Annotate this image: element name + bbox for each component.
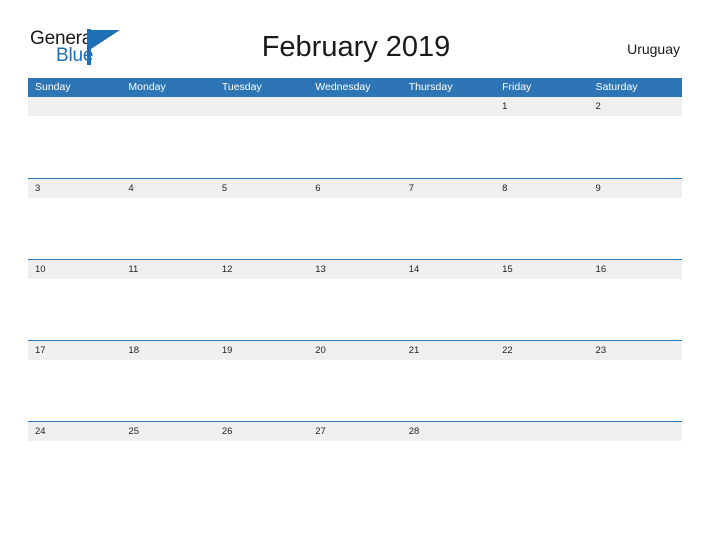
day-cell-body[interactable] [589, 198, 682, 259]
weekday-friday: Friday [502, 81, 532, 93]
day-cell-number[interactable]: 5 [215, 179, 308, 198]
day-cell-body[interactable] [121, 198, 214, 259]
day-cell-number[interactable]: 11 [121, 260, 214, 279]
day-cell-body[interactable] [589, 279, 682, 340]
week-row: 3 4 5 6 7 8 9 [28, 178, 682, 259]
day-cell-number[interactable]: 9 [589, 179, 682, 198]
day-cell-body[interactable] [28, 198, 121, 259]
day-cell-body[interactable] [308, 441, 401, 502]
day-cell-number[interactable]: 20 [308, 341, 401, 360]
day-cell-body[interactable] [308, 360, 401, 421]
week-row: 24 25 26 27 28 [28, 421, 682, 502]
day-cell-body-row [28, 198, 682, 259]
day-cell-number[interactable]: 3 [28, 179, 121, 198]
day-cell-number[interactable]: 4 [121, 179, 214, 198]
day-cell-body[interactable] [402, 441, 495, 502]
day-cell-body[interactable] [215, 279, 308, 340]
day-cell-number[interactable] [28, 97, 121, 116]
day-cell-number[interactable]: 21 [402, 341, 495, 360]
day-cell-body[interactable] [495, 360, 588, 421]
day-cell-number[interactable]: 8 [495, 179, 588, 198]
day-cell-number[interactable]: 28 [402, 422, 495, 441]
date-number-band: 17 18 19 20 21 22 23 [28, 341, 682, 360]
day-cell-body[interactable] [495, 279, 588, 340]
weekday-saturday: Saturday [595, 81, 638, 93]
day-cell-number[interactable]: 12 [215, 260, 308, 279]
day-cell-body[interactable] [215, 198, 308, 259]
day-cell-body[interactable] [589, 441, 682, 502]
day-cell-body-row [28, 441, 682, 502]
day-cell-body[interactable] [121, 279, 214, 340]
day-cell-body[interactable] [28, 360, 121, 421]
date-number-band: 3 4 5 6 7 8 9 [28, 179, 682, 198]
day-cell-body-row [28, 116, 682, 177]
day-cell-number[interactable] [215, 97, 308, 116]
day-cell-number[interactable]: 23 [589, 341, 682, 360]
day-cell-number[interactable]: 26 [215, 422, 308, 441]
date-number-band: 24 25 26 27 28 [28, 422, 682, 441]
day-cell-body[interactable] [215, 441, 308, 502]
day-cell-body[interactable] [28, 279, 121, 340]
weekday-wednesday: Wednesday [315, 81, 371, 93]
page-header: General Blue February 2019 Uruguay [0, 0, 712, 66]
day-cell-number[interactable]: 2 [589, 97, 682, 116]
day-cell-number[interactable]: 24 [28, 422, 121, 441]
day-cell-number[interactable]: 15 [495, 260, 588, 279]
day-cell-body[interactable] [402, 198, 495, 259]
day-cell-number[interactable]: 22 [495, 341, 588, 360]
day-cell-body[interactable] [28, 116, 121, 177]
day-cell-number[interactable]: 6 [308, 179, 401, 198]
day-cell-body[interactable] [28, 441, 121, 502]
day-cell-number[interactable]: 10 [28, 260, 121, 279]
day-cell-body[interactable] [589, 360, 682, 421]
day-cell-number[interactable]: 27 [308, 422, 401, 441]
date-number-band: 1 2 [28, 97, 682, 116]
day-cell-body[interactable] [308, 198, 401, 259]
day-cell-body[interactable] [121, 116, 214, 177]
day-cell-number[interactable]: 17 [28, 341, 121, 360]
weekday-tuesday: Tuesday [221, 81, 262, 93]
day-cell-number[interactable] [495, 422, 588, 441]
day-cell-number[interactable]: 19 [215, 341, 308, 360]
day-cell-body-row [28, 279, 682, 340]
day-cell-body[interactable] [215, 360, 308, 421]
day-cell-number[interactable]: 7 [402, 179, 495, 198]
day-cell-number[interactable]: 18 [121, 341, 214, 360]
date-number-band: 10 11 12 13 14 15 16 [28, 260, 682, 279]
day-cell-body[interactable] [589, 116, 682, 177]
day-cell-body[interactable] [495, 441, 588, 502]
day-cell-body[interactable] [308, 279, 401, 340]
day-cell-body[interactable] [495, 116, 588, 177]
day-cell-number[interactable]: 25 [121, 422, 214, 441]
weekday-header-row: Sunday Monday Tuesday Wednesday Thursday… [28, 78, 682, 97]
day-cell-body[interactable] [308, 116, 401, 177]
day-cell-number[interactable]: 14 [402, 260, 495, 279]
week-row: 17 18 19 20 21 22 23 [28, 340, 682, 421]
country-label: Uruguay [627, 41, 680, 57]
weekday-monday: Monday [128, 81, 166, 93]
day-cell-number[interactable] [308, 97, 401, 116]
weekday-thursday: Thursday [408, 81, 453, 93]
day-cell-number[interactable]: 1 [495, 97, 588, 116]
calendar-grid: Sunday Monday Tuesday Wednesday Thursday… [28, 78, 682, 502]
day-cell-body[interactable] [402, 116, 495, 177]
week-row: 1 2 [28, 97, 682, 178]
day-cell-number[interactable]: 13 [308, 260, 401, 279]
week-row: 10 11 12 13 14 15 16 [28, 259, 682, 340]
day-cell-body[interactable] [215, 116, 308, 177]
day-cell-number[interactable] [589, 422, 682, 441]
day-cell-number[interactable] [121, 97, 214, 116]
weekday-sunday: Sunday [35, 81, 71, 93]
day-cell-body[interactable] [402, 360, 495, 421]
day-cell-body[interactable] [402, 279, 495, 340]
day-cell-number[interactable]: 16 [589, 260, 682, 279]
day-cell-body[interactable] [121, 441, 214, 502]
day-cell-number[interactable] [402, 97, 495, 116]
day-cell-body[interactable] [121, 360, 214, 421]
page-title: February 2019 [261, 31, 451, 63]
day-cell-body-row [28, 360, 682, 421]
day-cell-body[interactable] [495, 198, 588, 259]
